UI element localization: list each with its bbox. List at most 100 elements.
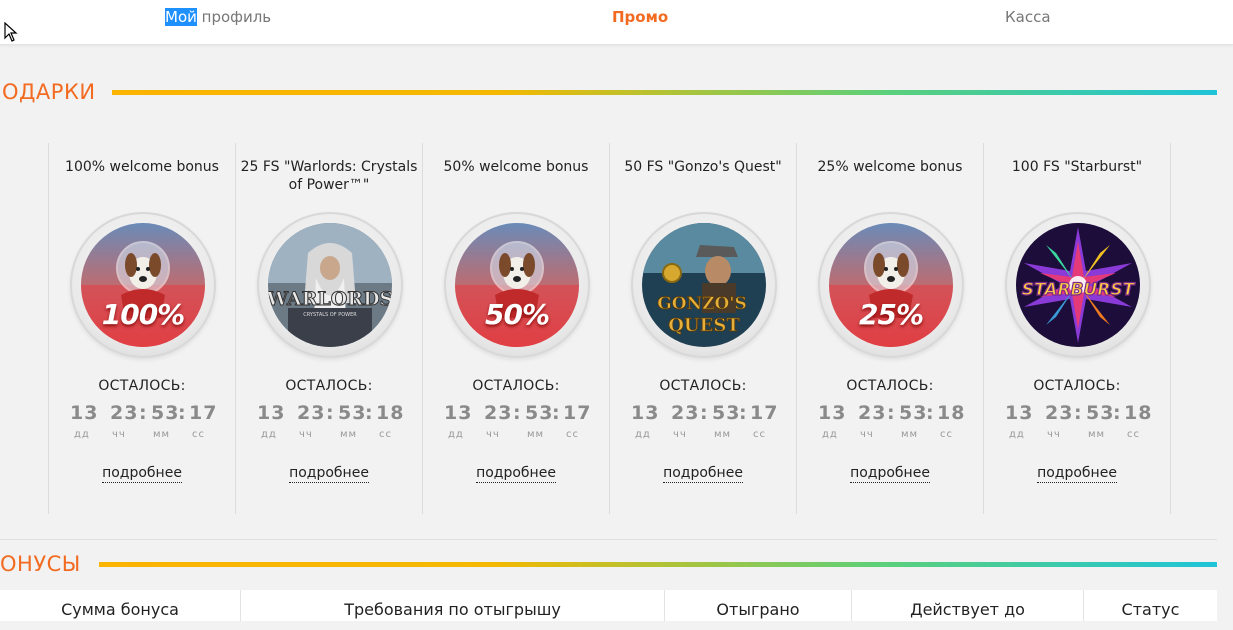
bonuses-title-underline <box>99 562 1217 567</box>
gift-badge-image: STARBURST <box>1005 212 1151 358</box>
time-left-label: ОСТАЛОСЬ: <box>1033 378 1121 394</box>
dog-badge-icon: 50% <box>455 223 579 347</box>
details-link-wrap: подробнее <box>49 465 235 483</box>
timer-days: 13 <box>818 402 847 424</box>
details-link-wrap: подробнее <box>984 465 1170 483</box>
unit-minutes: мм <box>340 429 358 440</box>
unit-seconds: сс <box>379 429 392 440</box>
unit-days: дд <box>261 429 277 440</box>
details-link[interactable]: подробнее <box>1037 465 1117 483</box>
timer-minutes: 53 <box>338 402 367 424</box>
timer-minutes: 53 <box>525 402 554 424</box>
col-wagered: Отыграно <box>665 590 852 621</box>
unit-seconds: сс <box>1127 429 1140 440</box>
unit-hours: чч <box>673 429 687 440</box>
svg-text:QUEST: QUEST <box>668 315 740 336</box>
timer-separator: : <box>365 402 373 424</box>
details-link[interactable]: подробнее <box>289 465 369 483</box>
nav-promo[interactable]: Промо <box>612 7 668 27</box>
col-wagering-requirements: Требования по отыгрышу <box>241 590 665 621</box>
details-link[interactable]: подробнее <box>102 465 182 483</box>
unit-days: дд <box>448 429 464 440</box>
unit-seconds: сс <box>566 429 579 440</box>
nav-cashier[interactable]: Касса <box>1005 7 1051 27</box>
unit-days: дд <box>635 429 651 440</box>
col-bonus-amount: Сумма бонуса <box>0 590 241 621</box>
time-left-label: ОСТАЛОСЬ: <box>285 378 373 394</box>
unit-days: дд <box>1009 429 1025 440</box>
gift-badge-image: 50% <box>444 212 590 358</box>
unit-minutes: мм <box>153 429 171 440</box>
details-link[interactable]: подробнее <box>850 465 930 483</box>
timer-hours: 23 <box>671 402 700 424</box>
timer-separator: : <box>700 402 708 424</box>
timer-separator: : <box>326 402 334 424</box>
badge-percent-label: 25% <box>858 298 924 331</box>
unit-minutes: мм <box>1088 429 1106 440</box>
dog-badge-icon: 25% <box>829 223 953 347</box>
gifts-section-title: ОДАРКИ <box>2 80 96 104</box>
timer-hours: 23 <box>484 402 513 424</box>
svg-text:STARBURST: STARBURST <box>1022 280 1136 300</box>
timer-separator: : <box>1113 402 1121 424</box>
time-left-label: ОСТАЛОСЬ: <box>846 378 934 394</box>
gift-card-title: 50 FS "Gonzo's Quest" <box>624 159 782 175</box>
gift-cards-list: 100% welcome bonus 100% ОСТАЛОСЬ: 13 23:53:1… <box>48 143 1171 514</box>
unit-hours: чч <box>1047 429 1061 440</box>
timer-separator: : <box>552 402 560 424</box>
dog-badge-icon: 100% <box>81 223 205 347</box>
details-link[interactable]: подробнее <box>663 465 743 483</box>
countdown-timer: 13 23:53:17 дд чч мм сс <box>423 402 609 442</box>
gift-card-title: 25% welcome bonus <box>817 159 963 175</box>
timer-minutes: 53 <box>712 402 741 424</box>
gift-card: 25 FS "Warlords: Crystals of Power™" WARL… <box>235 143 422 514</box>
svg-text:GONZO'S: GONZO'S <box>657 294 747 314</box>
svg-text:WARLORDS: WARLORDS <box>268 288 392 310</box>
timer-seconds: 17 <box>750 402 779 424</box>
details-link-wrap: подробнее <box>610 465 796 483</box>
gift-badge-image: 25% <box>818 212 964 358</box>
details-link-wrap: подробнее <box>797 465 983 483</box>
gifts-title-underline <box>112 90 1217 95</box>
unit-hours: чч <box>486 429 500 440</box>
gift-card: 25% welcome bonus 25% ОСТАЛОСЬ: 13 23:53:18 д… <box>796 143 983 514</box>
timer-hours: 23 <box>110 402 139 424</box>
countdown-timer: 13 23:53:17 дд чч мм сс <box>610 402 796 442</box>
gift-card: 100% welcome bonus 100% ОСТАЛОСЬ: 13 23:53:1… <box>48 143 235 514</box>
timer-hours: 23 <box>1045 402 1074 424</box>
countdown-timer: 13 23:53:18 дд чч мм сс <box>797 402 983 442</box>
timer-days: 13 <box>70 402 99 424</box>
nav-my-profile[interactable]: Мой профиль <box>165 7 271 27</box>
timer-separator: : <box>1074 402 1082 424</box>
gift-card-title: 100% welcome bonus <box>65 159 219 175</box>
unit-days: дд <box>822 429 838 440</box>
col-status: Статус <box>1121 600 1180 619</box>
starburst-badge-icon: STARBURST <box>1016 223 1140 347</box>
countdown-timer: 13 23:53:18 дд чч мм сс <box>984 402 1170 442</box>
timer-hours: 23 <box>297 402 326 424</box>
unit-minutes: мм <box>527 429 545 440</box>
timer-minutes: 53 <box>899 402 928 424</box>
badge-percent-label: 50% <box>484 298 550 331</box>
unit-hours: чч <box>112 429 126 440</box>
gift-badge-image: GONZO'S QUEST <box>631 212 777 358</box>
nav-my-profile-label: профиль <box>196 8 272 26</box>
time-left-label: ОСТАЛОСЬ: <box>659 378 747 394</box>
timer-seconds: 17 <box>189 402 218 424</box>
unit-seconds: сс <box>940 429 953 440</box>
col-valid-until: Действует до <box>852 590 1084 621</box>
timer-seconds: 18 <box>1124 402 1153 424</box>
bonuses-section-title: ОНУСЫ <box>0 552 81 576</box>
timer-separator: : <box>887 402 895 424</box>
unit-hours: чч <box>860 429 874 440</box>
top-navigation: Мой профиль Промо Касса <box>0 0 1233 45</box>
details-link[interactable]: подробнее <box>476 465 556 483</box>
gift-card: 100 FS "Starburst" STARBURST ОСТАЛОСЬ: 13 23… <box>983 143 1171 514</box>
countdown-timer: 13 23:53:18 дд чч мм сс <box>236 402 422 442</box>
bonuses-table-header: Сумма бонуса Требования по отыгрышу Отыг… <box>0 590 1217 621</box>
time-left-label: ОСТАЛОСЬ: <box>98 378 186 394</box>
gift-card-title: 100 FS "Starburst" <box>1011 159 1143 175</box>
details-link-wrap: подробнее <box>236 465 422 483</box>
countdown-timer: 13 23:53:17 дд чч мм сс <box>49 402 235 442</box>
warlords-badge-icon: WARLORDS CRYSTALS OF POWER <box>268 223 392 347</box>
